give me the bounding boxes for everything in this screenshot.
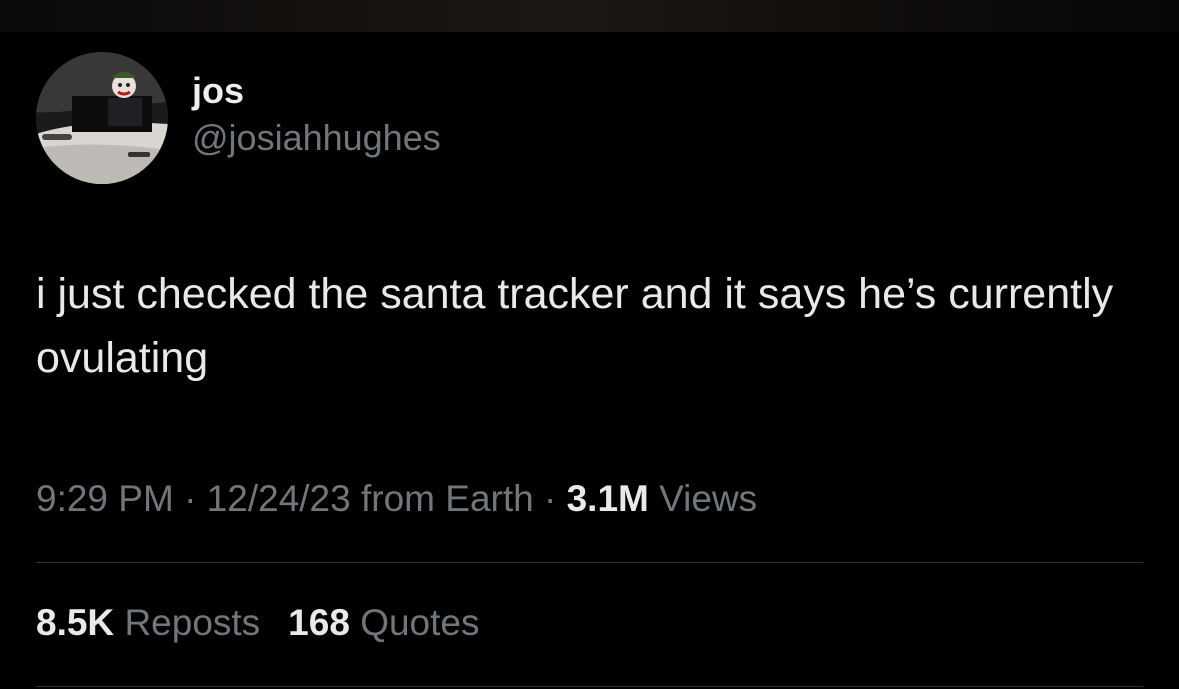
- top-photo-strip: [0, 0, 1179, 32]
- tweet-date[interactable]: 12/24/23: [207, 478, 351, 519]
- handle[interactable]: @josiahhughes: [192, 116, 441, 160]
- tweet-meta: 9:29 PM · 12/24/23 from Earth · 3.1M Vie…: [36, 476, 757, 522]
- views-label: Views: [659, 478, 758, 519]
- tweet-text: i just checked the santa tracker and it …: [36, 270, 1114, 382]
- quotes-label: Quotes: [360, 602, 480, 643]
- quotes-count: 168: [288, 602, 350, 643]
- avatar[interactable]: [36, 52, 168, 184]
- tweet-header: jos @josiahhughes: [36, 52, 441, 184]
- tweet-time[interactable]: 9:29 PM: [36, 478, 174, 519]
- display-name[interactable]: jos: [192, 70, 441, 112]
- tweet-stats: 8.5K Reposts 168 Quotes: [36, 600, 479, 646]
- tweet-source: from Earth: [361, 478, 534, 519]
- quotes-stat[interactable]: 168 Quotes: [288, 602, 479, 643]
- reposts-stat[interactable]: 8.5K Reposts: [36, 602, 260, 643]
- reposts-label: Reposts: [124, 602, 261, 643]
- meta-separator: ·: [544, 478, 557, 519]
- views-count: 3.1M: [566, 478, 649, 519]
- avatar-image: [36, 52, 168, 184]
- reposts-count: 8.5K: [36, 602, 115, 643]
- meta-separator: ·: [184, 478, 197, 519]
- author-names: jos @josiahhughes: [192, 70, 441, 160]
- divider: [36, 562, 1143, 563]
- divider: [36, 686, 1143, 687]
